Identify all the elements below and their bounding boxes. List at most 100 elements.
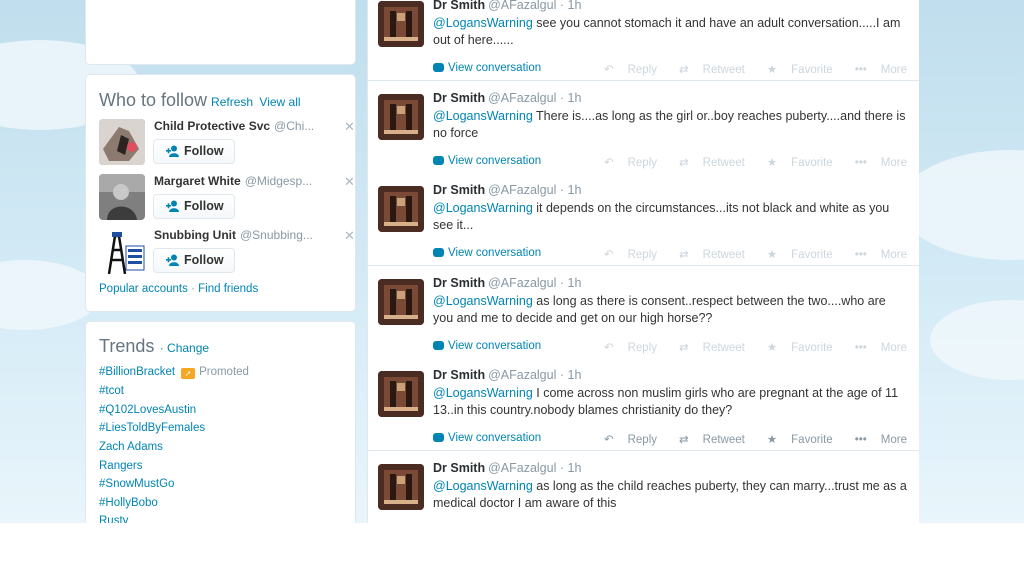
tweet[interactable]: Dr Smith @AFazalgul · 1h @LogansWarning Th… (368, 81, 919, 174)
tweet-timestamp[interactable]: · 1h (560, 461, 582, 475)
view-conversation[interactable]: View conversation (433, 155, 541, 167)
follow-button[interactable]: Follow (153, 194, 235, 219)
reply-action[interactable]: ↶ Reply (593, 157, 657, 169)
view-conversation[interactable]: View conversation (433, 62, 541, 74)
tweet[interactable]: Dr Smith @AFazalgul · 1h @LogansWarning se… (368, 0, 919, 81)
tweet-author-name[interactable]: Dr Smith (433, 183, 485, 197)
more-action[interactable]: ••• More (844, 249, 907, 261)
avatar-photo-icon (378, 371, 424, 417)
popular-accounts-link[interactable]: Popular accounts (99, 283, 188, 295)
find-friends-link[interactable]: Find friends (198, 283, 258, 295)
view-conversation-link[interactable]: View conversation (448, 432, 541, 444)
tweet-mention-link[interactable]: @LogansWarning (433, 16, 533, 30)
reply-action[interactable]: ↶ Reply (593, 342, 657, 354)
view-conversation[interactable]: View conversation (433, 432, 541, 444)
tweet-mention-link[interactable]: @LogansWarning (433, 201, 533, 215)
view-conversation-link[interactable]: View conversation (448, 247, 541, 259)
tweet-mention-link[interactable]: @LogansWarning (433, 479, 533, 493)
more-action[interactable]: ••• More (844, 64, 907, 76)
tweet-author-handle[interactable]: @AFazalgul (488, 368, 556, 382)
trend-link[interactable]: #LiesToldByFemales (99, 422, 205, 434)
retweet-action[interactable]: ⇄ Retweet (668, 249, 745, 261)
view-conversation-link[interactable]: View conversation (448, 340, 541, 352)
dismiss-close-icon[interactable]: ✕ (344, 228, 355, 244)
trend-item: #LiesToldByFemales (99, 422, 205, 434)
retweet-action[interactable]: ⇄ Retweet (668, 64, 745, 76)
avatar[interactable] (378, 94, 424, 140)
avatar[interactable] (378, 1, 424, 47)
suggestion-handle[interactable]: @Chi... (274, 119, 314, 133)
retweet-action[interactable]: ⇄ Retweet (668, 434, 745, 446)
tweet-author-name[interactable]: Dr Smith (433, 461, 485, 475)
follow-button[interactable]: Follow (153, 139, 235, 164)
avatar[interactable] (378, 371, 424, 417)
reply-action[interactable]: ↶ Reply (593, 64, 657, 76)
dismiss-close-icon[interactable]: ✕ (344, 119, 355, 135)
suggestion-handle[interactable]: @Snubbing... (240, 228, 313, 242)
tweet-mention-link[interactable]: @LogansWarning (433, 294, 533, 308)
favorite-action[interactable]: ★ Favorite (756, 249, 833, 261)
favorite-action[interactable]: ★ Favorite (756, 342, 833, 354)
avatar[interactable] (378, 464, 424, 510)
tweet[interactable]: Dr Smith @AFazalgul · 1h @LogansWarning as… (368, 451, 919, 523)
avatar[interactable] (99, 174, 145, 220)
suggestion-name[interactable]: Child Protective Svc (154, 119, 270, 133)
favorite-label: Favorite (791, 342, 833, 354)
avatar[interactable] (99, 228, 145, 274)
retweet-action[interactable]: ⇄ Retweet (668, 157, 745, 169)
tweet-author-name[interactable]: Dr Smith (433, 0, 485, 12)
tweet-author-name[interactable]: Dr Smith (433, 368, 485, 382)
favorite-action[interactable]: ★ Favorite (756, 434, 833, 446)
tweet-mention-link[interactable]: @LogansWarning (433, 109, 533, 123)
tweet-timestamp[interactable]: · 1h (560, 368, 582, 382)
trend-link[interactable]: Rusty (99, 515, 128, 523)
trends-change-link[interactable]: · Change (160, 341, 209, 355)
retweet-action[interactable]: ⇄ Retweet (668, 342, 745, 354)
tweet[interactable]: Dr Smith @AFazalgul · 1h @LogansWarning I … (368, 358, 919, 451)
suggestion-handle[interactable]: @Midgesp... (245, 174, 313, 188)
trend-link[interactable]: #SnowMustGo (99, 478, 174, 490)
tweet-author-name[interactable]: Dr Smith (433, 91, 485, 105)
trend-link[interactable]: Rangers (99, 460, 142, 472)
suggestion-name[interactable]: Snubbing Unit (154, 228, 236, 242)
view-conversation-link[interactable]: View conversation (448, 155, 541, 167)
trend-link[interactable]: #Q102LovesAustin (99, 404, 196, 416)
suggestion-name[interactable]: Margaret White (154, 174, 241, 188)
trend-link[interactable]: Zach Adams (99, 441, 163, 453)
trend-link[interactable]: #BillionBracket (99, 366, 175, 378)
favorite-action[interactable]: ★ Favorite (756, 157, 833, 169)
avatar[interactable] (378, 279, 424, 325)
refresh-link[interactable]: Refresh (211, 95, 253, 109)
more-action[interactable]: ••• More (844, 434, 907, 446)
tweet-timestamp[interactable]: · 1h (560, 276, 582, 290)
follow-button[interactable]: Follow (153, 248, 235, 273)
favorite-action[interactable]: ★ Favorite (756, 64, 833, 76)
view-conversation-link[interactable]: View conversation (448, 62, 541, 74)
tweet-author-handle[interactable]: @AFazalgul (488, 91, 556, 105)
tweet[interactable]: Dr Smith @AFazalgul · 1h @LogansWarning it… (368, 173, 919, 266)
more-action[interactable]: ••• More (844, 342, 907, 354)
tweet-timestamp[interactable]: · 1h (560, 91, 582, 105)
view-conversation[interactable]: View conversation (433, 247, 541, 259)
view-conversation[interactable]: View conversation (433, 340, 541, 352)
tweet-timestamp[interactable]: · 1h (560, 0, 582, 12)
tweet-author-handle[interactable]: @AFazalgul (488, 276, 556, 290)
tweet-mention-link[interactable]: @LogansWarning (433, 386, 533, 400)
reply-action[interactable]: ↶ Reply (593, 434, 657, 446)
tweet-author-name[interactable]: Dr Smith (433, 276, 485, 290)
tweet-actions: ↶ Reply ⇄ Retweet ★ Favorite ••• More (582, 62, 907, 76)
avatar[interactable] (99, 119, 145, 165)
tweet-author-handle[interactable]: @AFazalgul (488, 461, 556, 475)
more-action[interactable]: ••• More (844, 157, 907, 169)
tweet-author-handle[interactable]: @AFazalgul (488, 0, 556, 12)
dismiss-close-icon[interactable]: ✕ (344, 174, 355, 190)
avatar[interactable] (378, 186, 424, 232)
trend-link[interactable]: #HollyBobo (99, 497, 158, 509)
reply-action[interactable]: ↶ Reply (593, 249, 657, 261)
trend-link[interactable]: #tcot (99, 385, 124, 397)
view-all-link[interactable]: View all (259, 95, 300, 109)
tweet-author-handle[interactable]: @AFazalgul (488, 183, 556, 197)
tweet[interactable]: Dr Smith @AFazalgul · 1h @LogansWarning as… (368, 266, 919, 359)
favorite-icon: ★ (766, 249, 778, 261)
tweet-timestamp[interactable]: · 1h (560, 183, 582, 197)
